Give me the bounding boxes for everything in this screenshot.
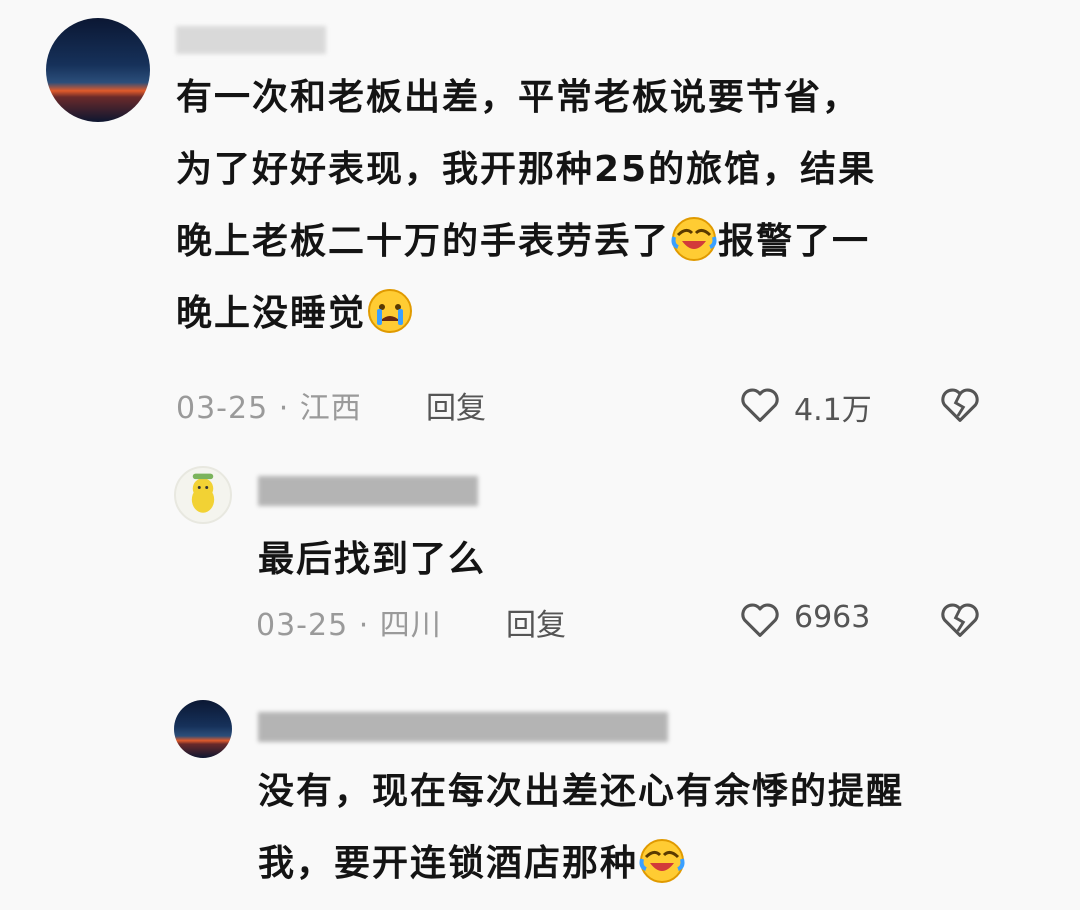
heart-outline-icon[interactable] — [738, 383, 782, 427]
like-count: 6963 — [794, 600, 871, 635]
avatar[interactable] — [46, 18, 150, 122]
crying-emoji — [368, 289, 413, 333]
comment-line: 晚上没睡觉 — [176, 278, 1036, 350]
comment-text: 有一次和老板出差，平常老板说要节省， 为了好好表现，我开那种25的旅馆，结果 晚… — [176, 62, 1036, 350]
laughing-crying-emoji — [671, 217, 717, 261]
avatar[interactable] — [174, 466, 232, 524]
reply-button[interactable]: 回复 — [426, 383, 486, 427]
comment-line: 为了好好表现，我开那种25的旅馆，结果 — [176, 149, 877, 190]
laughing-crying-emoji — [639, 839, 685, 883]
comment-line: 有一次和老板出差，平常老板说要节省， — [176, 77, 861, 118]
avatar[interactable] — [174, 700, 232, 758]
comment-line: 我，要开连锁酒店那种 — [258, 828, 1038, 900]
comment-line: 没有，现在每次出差还心有余悸的提醒 — [258, 771, 905, 812]
heart-outline-icon[interactable] — [738, 598, 782, 642]
broken-heart-icon[interactable] — [938, 383, 982, 427]
username-blurred[interactable] — [258, 712, 668, 742]
reply-button[interactable]: 回复 — [506, 600, 566, 644]
date-location: 03-25 · 四川 — [256, 608, 442, 643]
broken-heart-icon[interactable] — [938, 598, 982, 642]
like-count: 4.1万 — [794, 393, 872, 428]
username-blurred[interactable] — [258, 476, 478, 506]
reply-text: 没有，现在每次出差还心有余悸的提醒 我，要开连锁酒店那种 — [258, 756, 1038, 900]
comment-line: 晚上老板二十万的手表劳丢了 报警了一 — [176, 206, 1036, 278]
reply-text: 最后找到了么 — [258, 539, 487, 580]
username-blurred[interactable] — [176, 26, 326, 54]
date-location: 03-25 · 江西 — [176, 391, 362, 426]
cartoon-character-icon — [191, 473, 215, 513]
